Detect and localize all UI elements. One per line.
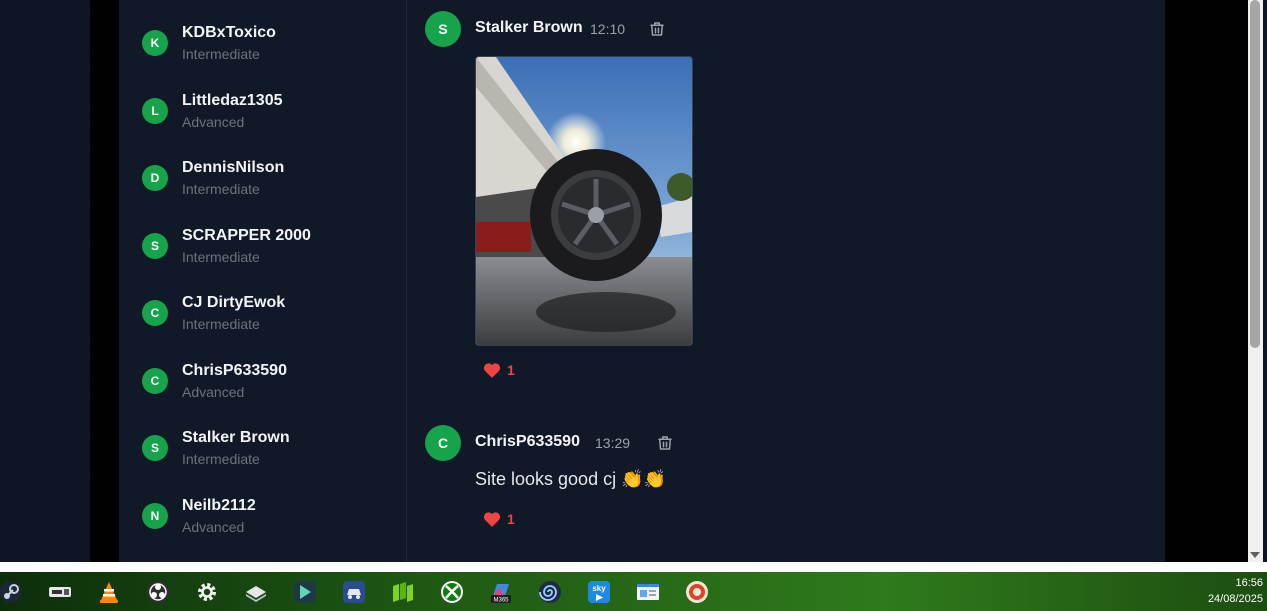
member-item[interactable]: C CJ DirtyEwok Intermediate xyxy=(142,294,402,342)
member-level: Advanced xyxy=(182,519,245,535)
member-level: Intermediate xyxy=(182,181,260,197)
chat-feed: S Stalker Brown 12:10 1 C ChrisP633590 1… xyxy=(407,0,1165,562)
settings-icon[interactable] xyxy=(195,580,219,604)
member-name: Neilb2112 xyxy=(182,497,256,514)
game-icon[interactable] xyxy=(685,580,709,604)
columns-icon[interactable] xyxy=(391,580,415,604)
reaction-count: 1 xyxy=(507,511,515,527)
window-bottom-edge xyxy=(0,562,1267,572)
clock-date: 24/08/2025 xyxy=(1207,593,1263,605)
message-photo[interactable] xyxy=(475,56,693,346)
avatar: S xyxy=(142,435,168,461)
avatar[interactable]: S xyxy=(425,11,461,47)
message-author[interactable]: ChrisP633590 xyxy=(475,433,580,451)
avatar: D xyxy=(142,165,168,191)
reaction-button[interactable]: 1 xyxy=(483,362,515,378)
member-level: Intermediate xyxy=(182,451,260,467)
member-name: Stalker Brown xyxy=(182,429,290,446)
sky-label: sky xyxy=(592,584,606,593)
tubi-icon[interactable] xyxy=(48,580,72,604)
member-name: CJ DirtyEwok xyxy=(182,294,286,311)
sky-icon[interactable]: sky xyxy=(587,580,611,604)
member-item[interactable]: S SCRAPPER 2000 Intermediate xyxy=(142,227,402,275)
member-level: Advanced xyxy=(182,114,245,130)
avatar: N xyxy=(142,503,168,529)
message-time: 12:10 xyxy=(590,21,626,37)
carbon-border-left xyxy=(90,0,119,562)
member-item[interactable]: S Stalker Brown Intermediate xyxy=(142,429,402,477)
car-icon[interactable] xyxy=(342,580,366,604)
member-level: Intermediate xyxy=(182,249,260,265)
message-time: 13:29 xyxy=(595,435,631,451)
trash-icon[interactable] xyxy=(656,434,674,452)
member-item[interactable]: K KDBxToxico Intermediate xyxy=(142,24,402,72)
reaction-button[interactable]: 1 xyxy=(483,511,515,527)
message-text: Site looks good cj 👏👏 xyxy=(475,469,666,489)
filmora-icon[interactable] xyxy=(293,580,317,604)
member-item[interactable]: L Littledaz1305 Advanced xyxy=(142,92,402,140)
vlc-icon[interactable] xyxy=(97,580,121,604)
steam-icon[interactable] xyxy=(0,580,23,604)
message-author[interactable]: Stalker Brown xyxy=(475,19,583,37)
clock-time: 16:56 xyxy=(1235,577,1263,589)
member-name: ChrisP633590 xyxy=(182,362,287,379)
taskbar: M365 sky 16:56 24/08/2025 xyxy=(0,572,1267,611)
xbox-icon[interactable] xyxy=(440,580,464,604)
avatar: S xyxy=(142,233,168,259)
member-level: Intermediate xyxy=(182,46,260,62)
wheel-photo-image xyxy=(476,57,692,345)
page-scrollbar[interactable] xyxy=(1248,0,1263,562)
spiral-icon[interactable] xyxy=(538,580,562,604)
scrollbar-thumb[interactable] xyxy=(1250,0,1260,348)
system-clock[interactable]: 16:56 24/08/2025 xyxy=(1208,575,1263,607)
stack-icon[interactable] xyxy=(244,580,268,604)
avatar: C xyxy=(142,300,168,326)
avatar: C xyxy=(142,368,168,394)
member-item[interactable]: C ChrisP633590 Advanced xyxy=(142,362,402,410)
heart-icon xyxy=(483,512,501,527)
member-item[interactable]: N Neilb2112 Advanced xyxy=(142,497,402,545)
avatar[interactable]: C xyxy=(425,425,461,461)
m365-icon[interactable]: M365 xyxy=(489,580,513,604)
avatar: L xyxy=(142,98,168,124)
member-name: DennisNilson xyxy=(182,159,285,176)
carbon-border-right xyxy=(1165,0,1248,562)
reaction-count: 1 xyxy=(507,362,515,378)
obs-icon[interactable] xyxy=(146,580,170,604)
member-level: Advanced xyxy=(182,384,245,400)
window-icon[interactable] xyxy=(636,580,660,604)
member-name: SCRAPPER 2000 xyxy=(182,227,311,244)
member-sidebar: K KDBxToxico Intermediate L Littledaz130… xyxy=(119,0,407,562)
avatar: K xyxy=(142,30,168,56)
heart-icon xyxy=(483,363,501,378)
member-item[interactable]: D DennisNilson Intermediate xyxy=(142,159,402,207)
member-name: KDBxToxico xyxy=(182,24,276,41)
trash-icon[interactable] xyxy=(648,20,666,38)
scroll-down-arrow-icon[interactable] xyxy=(1250,552,1260,558)
page-background xyxy=(0,0,90,562)
member-name: Littledaz1305 xyxy=(182,92,283,109)
m365-label: M365 xyxy=(493,598,509,604)
member-level: Intermediate xyxy=(182,316,260,332)
